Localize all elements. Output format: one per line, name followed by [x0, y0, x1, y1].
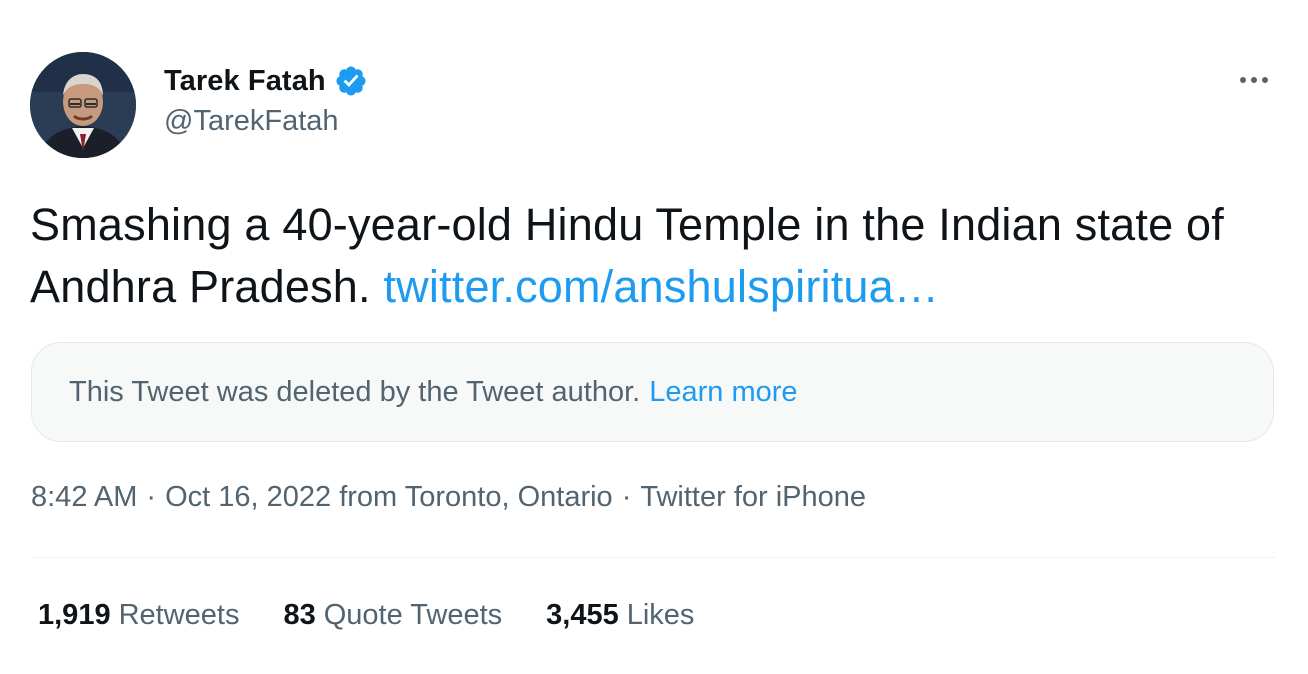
- tweet-stats: 1,919 Retweets 83 Quote Tweets 3,455 Likes: [38, 599, 738, 632]
- tweet-link[interactable]: twitter.com/anshulspiritua…: [383, 261, 939, 312]
- deleted-quote-card: This Tweet was deleted by the Tweet auth…: [31, 342, 1274, 442]
- quote-tweets-stat[interactable]: 83 Quote Tweets: [283, 599, 502, 632]
- verified-badge-icon[interactable]: [334, 64, 368, 98]
- divider: [31, 557, 1275, 558]
- tweet-meta: 8:42 AM · Oct 16, 2022 from Toronto, Ontar…: [31, 481, 866, 514]
- avatar-image: [30, 52, 136, 158]
- author-info: Tarek Fatah @TarekFatah: [164, 62, 368, 138]
- tweet-date[interactable]: Oct 16, 2022: [165, 481, 331, 513]
- quote-tweets-count: 83: [283, 599, 316, 631]
- display-name[interactable]: Tarek Fatah: [164, 65, 326, 98]
- likes-label: Likes: [626, 599, 695, 631]
- meta-separator: ·: [621, 481, 632, 513]
- more-horizontal-icon[interactable]: [1236, 66, 1272, 94]
- tweet-text: Smashing a 40-year-old Hindu Temple in t…: [30, 194, 1280, 318]
- retweets-count: 1,919: [38, 599, 111, 631]
- quote-tweets-label: Quote Tweets: [323, 599, 503, 631]
- name-row: Tarek Fatah: [164, 62, 368, 100]
- tweet-detail: Tarek Fatah @TarekFatah Smashing a 40-ye…: [0, 0, 1308, 674]
- author-handle[interactable]: @TarekFatah: [164, 105, 368, 138]
- likes-stat[interactable]: 3,455 Likes: [546, 599, 694, 632]
- retweets-label: Retweets: [118, 599, 240, 631]
- meta-separator: ·: [146, 481, 157, 513]
- learn-more-link[interactable]: Learn more: [649, 376, 797, 409]
- deleted-message: This Tweet was deleted by the Tweet auth…: [69, 375, 641, 408]
- tweet-location: from Toronto, Ontario: [339, 481, 613, 513]
- tweet-time[interactable]: 8:42 AM: [31, 481, 137, 513]
- tweet-source[interactable]: Twitter for iPhone: [640, 481, 866, 513]
- avatar[interactable]: [30, 52, 136, 158]
- likes-count: 3,455: [546, 599, 619, 631]
- retweets-stat[interactable]: 1,919 Retweets: [38, 599, 239, 632]
- tweet-header: Tarek Fatah @TarekFatah: [30, 52, 1280, 158]
